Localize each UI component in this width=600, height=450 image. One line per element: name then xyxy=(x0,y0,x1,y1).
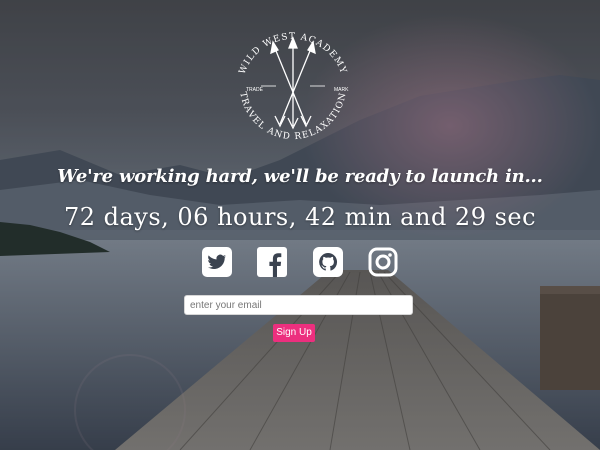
instagram-icon[interactable] xyxy=(366,245,400,279)
brand-logo: WILD WEST ACADEMY TRAVEL AND RELAXATION … xyxy=(237,32,349,142)
logo-trade-text: TRADE xyxy=(246,87,264,93)
facebook-icon[interactable] xyxy=(255,245,289,279)
arrows-icon xyxy=(270,36,316,130)
email-input[interactable] xyxy=(184,295,413,315)
signup-button[interactable]: Sign Up xyxy=(273,324,315,342)
logo-mark-text: MARK xyxy=(334,87,349,93)
github-icon[interactable] xyxy=(311,245,345,279)
launch-headline: We're working hard, we'll be ready to la… xyxy=(57,166,543,187)
countdown-timer: 72 days, 06 hours, 42 min and 29 sec xyxy=(63,203,537,231)
social-links xyxy=(200,245,400,279)
twitter-icon[interactable] xyxy=(200,245,234,279)
